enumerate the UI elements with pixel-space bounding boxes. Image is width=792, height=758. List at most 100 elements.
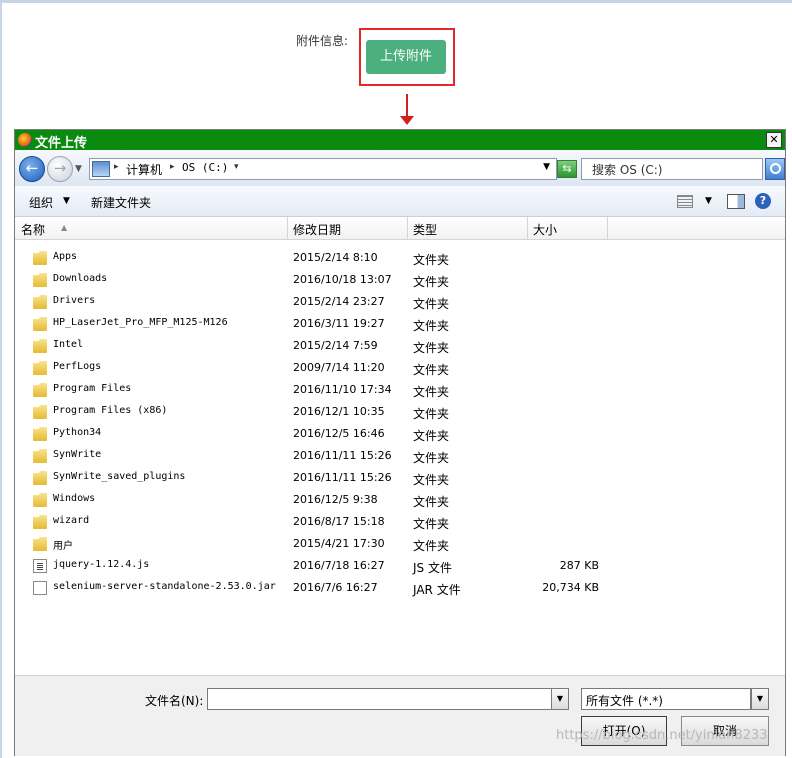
annotation-arrow-head: [400, 116, 414, 125]
column-date[interactable]: 修改日期: [287, 217, 408, 239]
file-date: 2009/7/14 11:20: [293, 361, 385, 374]
column-size[interactable]: 大小: [527, 217, 608, 239]
file-date: 2016/11/11 15:26: [293, 471, 392, 484]
upload-attachment-button[interactable]: 上传附件: [366, 40, 446, 74]
file-type: 文件夹: [413, 473, 450, 487]
new-folder-button[interactable]: 新建文件夹: [91, 194, 151, 211]
file-size: 287 KB: [559, 559, 599, 572]
file-row[interactable]: selenium-server-standalone-2.53.0.jar 201…: [15, 577, 785, 599]
file-name: Downloads: [53, 273, 108, 284]
file-row[interactable]: Program Files (x86) 2016/12/1 10:35 文件夹: [15, 401, 785, 423]
file-date: 2016/12/1 10:35: [293, 405, 385, 418]
file-type: 文件夹: [413, 517, 450, 531]
file-row[interactable]: jquery-1.12.4.js 2016/7/18 16:27 JS 文件 287 …: [15, 555, 785, 577]
address-dropdown-icon[interactable]: ▼: [543, 162, 550, 172]
file-row[interactable]: Downloads 2016/10/18 13:07 文件夹: [15, 269, 785, 291]
navigation-bar: ← → ▼ ▸ 计算机 ▸ OS (C:) ▾ ▼ ⇆ 搜索 OS (C:): [15, 150, 785, 186]
dialog-titlebar: 文件上传 ✕: [15, 130, 785, 151]
file-row[interactable]: Intel 2015/2/14 7:59 文件夹: [15, 335, 785, 357]
file-row[interactable]: PerfLogs 2009/7/14 11:20 文件夹: [15, 357, 785, 379]
file-name: 用户: [53, 541, 73, 552]
file-row[interactable]: SynWrite_saved_plugins 2016/11/11 15:26 文件…: [15, 467, 785, 489]
column-type-label: 类型: [413, 223, 438, 237]
close-button[interactable]: ✕: [766, 132, 782, 148]
js-file-icon: [33, 559, 47, 573]
folder-icon: [33, 339, 47, 353]
file-row[interactable]: HP_LaserJet_Pro_MFP_M125-M126 2016/3/11 1…: [15, 313, 785, 335]
recent-pages-dropdown-icon[interactable]: ▼: [75, 164, 82, 174]
file-date: 2015/4/21 17:30: [293, 537, 385, 550]
file-type: 文件夹: [413, 319, 450, 333]
folder-icon: [33, 361, 47, 375]
file-name: selenium-server-standalone-2.53.0.jar: [53, 581, 276, 592]
folder-icon: [33, 493, 47, 507]
refresh-button[interactable]: ⇆: [557, 160, 577, 178]
organize-dropdown-icon[interactable]: ▼: [63, 196, 70, 206]
file-row[interactable]: wizard 2016/8/17 15:18 文件夹: [15, 511, 785, 533]
file-name: Windows: [53, 493, 96, 504]
file-row[interactable]: Apps 2015/2/14 8:10 文件夹: [15, 247, 785, 269]
file-row[interactable]: 用户 2015/4/21 17:30 文件夹: [15, 533, 785, 555]
back-button[interactable]: ←: [19, 156, 45, 182]
breadcrumb-arrow-icon[interactable]: ▾: [234, 162, 239, 172]
column-header-row: 名称 ▲ 修改日期 类型 大小: [15, 217, 785, 240]
file-name: wizard: [53, 515, 90, 526]
file-name: Drivers: [53, 295, 96, 306]
folder-icon: [33, 273, 47, 287]
file-name: Intel: [53, 339, 84, 350]
column-name[interactable]: 名称 ▲: [15, 217, 288, 239]
preview-pane-icon[interactable]: [727, 194, 745, 209]
file-date: 2015/2/14 23:27: [293, 295, 385, 308]
breadcrumb-drive[interactable]: OS (C:): [182, 161, 228, 174]
filetype-dropdown-icon[interactable]: ▼: [751, 688, 769, 710]
file-type: 文件夹: [413, 297, 450, 311]
file-date: 2016/7/6 16:27: [293, 581, 378, 594]
command-toolbar: 组织 ▼ 新建文件夹 ▼ ?: [15, 186, 785, 217]
column-type[interactable]: 类型: [407, 217, 528, 239]
file-list-pane: 名称 ▲ 修改日期 类型 大小 Apps 2015/2/14 8:10 文件夹 Dow…: [15, 217, 785, 675]
breadcrumb-computer[interactable]: 计算机: [126, 161, 162, 178]
folder-icon: [33, 405, 47, 419]
folder-icon: [33, 295, 47, 309]
sort-ascending-icon: ▲: [61, 223, 68, 232]
file-name: SynWrite: [53, 449, 102, 460]
file-row[interactable]: SynWrite 2016/11/11 15:26 文件夹: [15, 445, 785, 467]
breadcrumb-arrow-icon[interactable]: ▸: [170, 162, 175, 172]
file-type: JS 文件: [413, 561, 452, 575]
view-options-icon[interactable]: [677, 195, 693, 208]
file-type: 文件夹: [413, 385, 450, 399]
folder-icon: [33, 383, 47, 397]
column-size-label: 大小: [533, 223, 558, 237]
filename-input[interactable]: [207, 688, 553, 710]
file-date: 2015/2/14 8:10: [293, 251, 378, 264]
organize-button[interactable]: 组织: [29, 194, 53, 211]
file-date: 2016/3/11 19:27: [293, 317, 385, 330]
file-type: 文件夹: [413, 451, 450, 465]
file-type: 文件夹: [413, 495, 450, 509]
file-name: Apps: [53, 251, 78, 262]
dialog-title: 文件上传: [35, 136, 88, 151]
file-name: PerfLogs: [53, 361, 102, 372]
forward-button[interactable]: →: [47, 156, 73, 182]
file-name: Program Files: [53, 383, 132, 394]
search-icon[interactable]: [765, 158, 785, 180]
search-input[interactable]: 搜索 OS (C:): [581, 158, 763, 180]
view-dropdown-icon[interactable]: ▼: [705, 196, 712, 206]
file-date: 2015/2/14 7:59: [293, 339, 378, 352]
filename-dropdown-icon[interactable]: ▼: [551, 688, 569, 710]
folder-icon: [33, 317, 47, 331]
filetype-select[interactable]: 所有文件 (*.*): [581, 688, 751, 710]
file-row[interactable]: Python34 2016/12/5 16:46 文件夹: [15, 423, 785, 445]
file-type: JAR 文件: [413, 583, 461, 597]
file-name: Program Files (x86): [53, 405, 168, 416]
file-date: 2016/12/5 9:38: [293, 493, 378, 506]
folder-icon: [33, 515, 47, 529]
address-bar[interactable]: ▸ 计算机 ▸ OS (C:) ▾ ▼: [89, 158, 557, 180]
file-row[interactable]: Program Files 2016/11/10 17:34 文件夹: [15, 379, 785, 401]
help-icon[interactable]: ?: [755, 193, 771, 209]
breadcrumb-arrow-icon[interactable]: ▸: [114, 162, 119, 172]
file-row[interactable]: Windows 2016/12/5 9:38 文件夹: [15, 489, 785, 511]
file-row[interactable]: Drivers 2015/2/14 23:27 文件夹: [15, 291, 785, 313]
file-type: 文件夹: [413, 363, 450, 377]
file-date: 2016/11/10 17:34: [293, 383, 392, 396]
